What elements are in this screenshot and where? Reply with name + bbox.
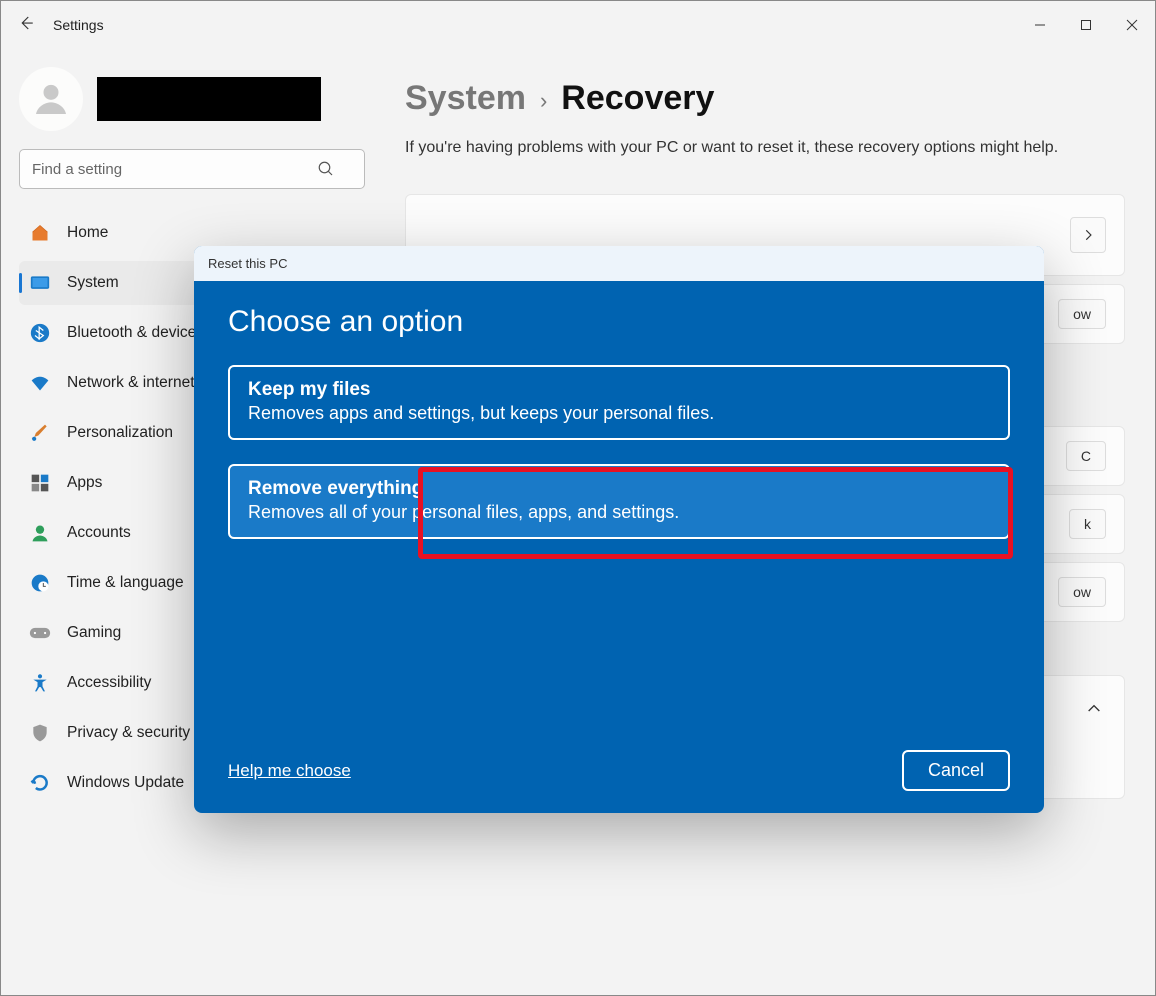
titlebar: Settings [1,1,1155,49]
chevron-right-icon: › [540,88,547,114]
system-icon [29,272,51,294]
breadcrumb: System › Recovery [405,79,1125,118]
option-keep-my-files[interactable]: Keep my files Removes apps and settings,… [228,365,1010,440]
avatar[interactable] [19,67,83,131]
reset-pc-dialog: Reset this PC Choose an option Keep my f… [194,246,1044,813]
shield-icon [29,722,51,744]
update-icon [29,772,51,794]
sidebar-item-label: Gaming [67,624,121,642]
breadcrumb-parent[interactable]: System [405,79,526,118]
page-description: If you're having problems with your PC o… [405,136,1105,160]
home-icon [29,222,51,244]
sidebar-item-label: Apps [67,474,102,492]
app-title: Settings [53,17,104,33]
search-input[interactable] [19,149,365,189]
wifi-icon [29,372,51,394]
globe-clock-icon [29,572,51,594]
sidebar-item-label: Bluetooth & devices [67,324,204,342]
dialog-titlebar: Reset this PC [194,246,1044,281]
option-remove-everything[interactable]: Remove everything Removes all of your pe… [228,464,1010,539]
sidebar-item-label: System [67,274,119,292]
sidebar-item-label: Time & language [67,574,184,592]
breadcrumb-current: Recovery [561,79,714,118]
chevron-up-icon[interactable] [1086,701,1102,722]
back-icon[interactable] [17,14,35,37]
sidebar-item-label: Personalization [67,424,173,442]
sidebar-item-label: Accounts [67,524,131,542]
apps-icon [29,472,51,494]
close-button[interactable] [1109,9,1155,41]
search-icon [317,160,335,183]
bluetooth-icon [29,322,51,344]
card-action-button[interactable]: C [1066,441,1106,471]
accessibility-icon [29,672,51,694]
minimize-button[interactable] [1017,9,1063,41]
brush-icon [29,422,51,444]
sidebar-item-label: Windows Update [67,774,184,792]
person-icon [29,522,51,544]
option-description: Removes apps and settings, but keeps you… [248,403,990,424]
sidebar-item-label: Network & internet [67,374,195,392]
card-action-button[interactable]: k [1069,509,1106,539]
card-action-button[interactable]: ow [1058,299,1106,329]
option-description: Removes all of your personal files, apps… [248,502,990,523]
card-action-button[interactable]: ow [1058,577,1106,607]
chevron-right-icon[interactable] [1070,217,1106,253]
sidebar-item-label: Home [67,224,108,242]
sidebar-item-label: Privacy & security [67,724,190,742]
profile-name-redacted [97,77,321,121]
option-title: Remove everything [248,478,990,500]
gamepad-icon [29,622,51,644]
dialog-heading: Choose an option [228,305,1010,339]
option-title: Keep my files [248,379,990,401]
maximize-button[interactable] [1063,9,1109,41]
cancel-button[interactable]: Cancel [902,750,1010,791]
help-me-choose-link[interactable]: Help me choose [228,761,351,781]
sidebar-item-label: Accessibility [67,674,151,692]
